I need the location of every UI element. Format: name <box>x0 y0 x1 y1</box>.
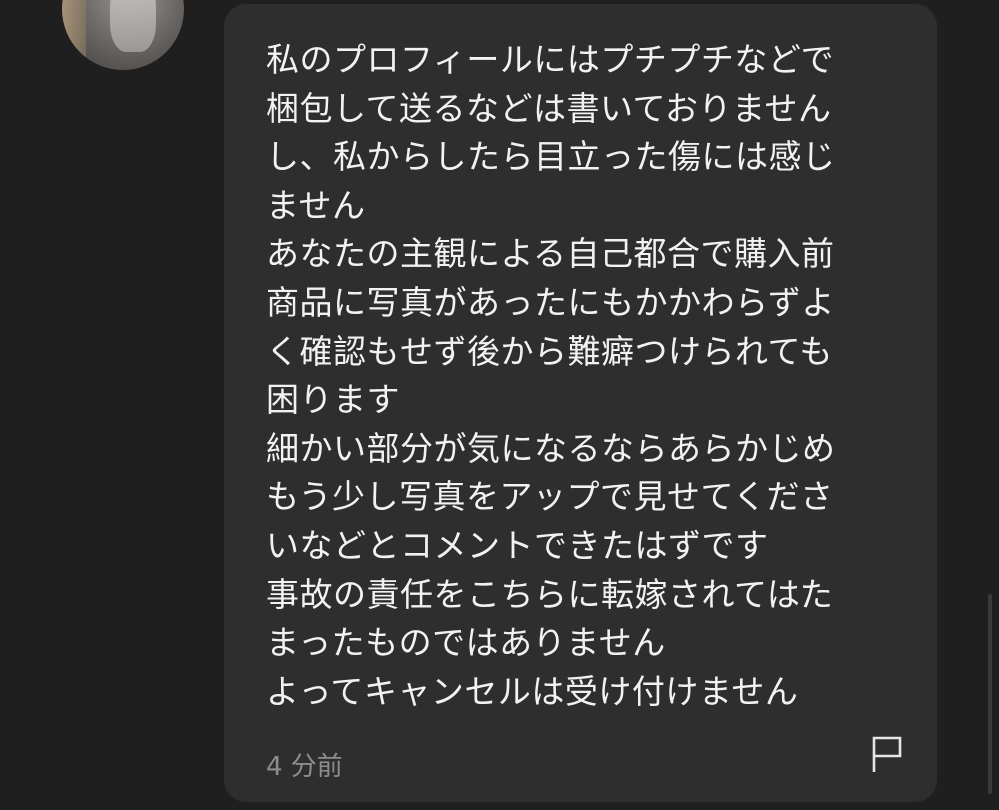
message-line: よってキャンセルは受け付けません <box>266 671 799 711</box>
message-timestamp: 4 分前 <box>266 752 343 782</box>
flag-icon[interactable] <box>870 734 904 774</box>
message-line: く確認もせず後から難癖つけられても <box>266 331 833 371</box>
message-line: 私のプロフィールにはプチプチなどで <box>266 40 835 79</box>
message-line: まったものではありません <box>266 623 666 663</box>
message-line: いなどとコメントできたはずです <box>266 525 769 565</box>
message-line: 商品に写真があったにもかかわらずよ <box>266 282 835 322</box>
message-line: 困ります <box>266 380 400 420</box>
message-line: ません <box>266 185 366 225</box>
message-bubble: 私のプロフィールにはプチプチなどで 梱包して送るなどは書いておりません し、私か… <box>224 4 937 802</box>
message-line: し、私からしたら目立った傷には感じ <box>266 137 836 177</box>
avatar-cat-silhouette <box>110 0 156 52</box>
avatar[interactable] <box>62 0 184 70</box>
message-line: 事故の責任をこちらに転嫁されてはた <box>266 574 834 614</box>
message-line: もう少し写真をアップで見せてくださ <box>266 477 834 517</box>
message-line: 細かい部分が気になるならあらかじめ <box>266 428 836 468</box>
message-line: あなたの主観による自己都合で購入前 <box>266 234 835 274</box>
message-line: 梱包して送るなどは書いておりません <box>266 88 832 128</box>
avatar-photo-edge <box>62 0 86 70</box>
scrollbar[interactable] <box>988 594 992 794</box>
message-text: 私のプロフィールにはプチプチなどで 梱包して送るなどは書いておりません し、私か… <box>266 36 886 716</box>
